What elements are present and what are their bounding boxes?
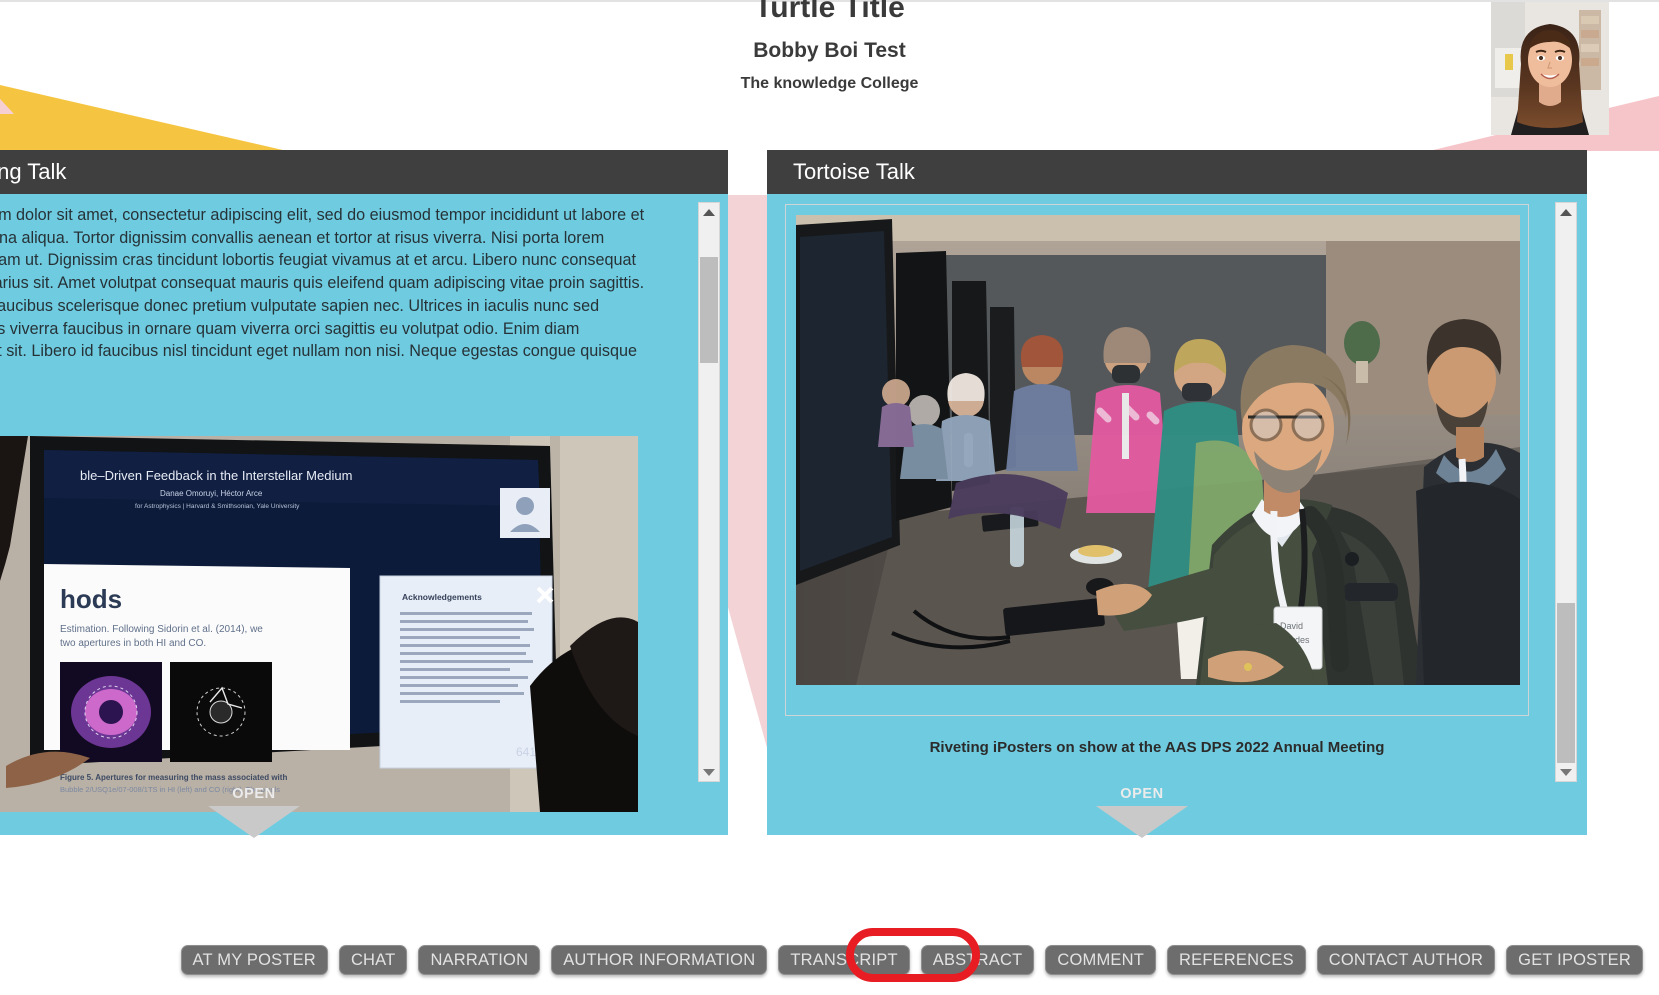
toolbar-button-transcript[interactable]: TRANSCRIPT: [778, 945, 910, 975]
poster-header: Turtle Title Bobby Boi Test The knowledg…: [0, 0, 1659, 150]
chevron-down-icon: [1096, 806, 1188, 838]
toolbar-button-contact-author[interactable]: CONTACT AUTHOR: [1316, 945, 1496, 975]
scroll-up-icon[interactable]: [1556, 203, 1576, 221]
poster-affiliation: The knowledge College: [740, 75, 919, 92]
panel-left-text: Lorem ipsum dolor sit amet, consectetur …: [0, 206, 645, 361]
poster-panel-left: Amazing Talk Lorem ipsum dolor sit amet,…: [0, 150, 728, 838]
title-block: Turtle Title Bobby Boi Test The knowledg…: [0, 0, 1659, 95]
toolbar-button-chat[interactable]: CHAT: [338, 945, 408, 975]
scroll-down-icon[interactable]: [699, 763, 719, 781]
svg-text:for Astrophysics | Harvard & S: for Astrophysics | Harvard & Smithsonian…: [135, 503, 300, 510]
panel-left-image[interactable]: ble–Driven Feedback in the Interstellar …: [0, 436, 638, 812]
svg-text:ble–Driven Feedback in the Int: ble–Driven Feedback in the Interstellar …: [80, 468, 352, 483]
conference-attendees-photo: David Gerdes Michigan: [796, 215, 1520, 685]
scroll-down-icon[interactable]: [1556, 763, 1576, 781]
toolbar-button-abstract[interactable]: ABSTRACT: [920, 945, 1035, 975]
toolbar-button-get-iposter[interactable]: GET IPOSTER: [1506, 945, 1643, 975]
poster-author: Bobby Boi Test: [753, 39, 906, 62]
scrollbar-thumb[interactable]: [1557, 603, 1575, 763]
svg-text:Estimation. Following Sidorin: Estimation. Following Sidorin et al. (20…: [60, 624, 263, 635]
open-label: OPEN: [232, 786, 276, 802]
researcher-viewing-iposter-photo: ble–Driven Feedback in the Interstellar …: [0, 436, 638, 812]
svg-text:Figure 5. Apertures for measur: Figure 5. Apertures for measuring the ma…: [60, 773, 287, 782]
panel-left-title: Amazing Talk: [0, 150, 728, 194]
open-label: OPEN: [1120, 786, 1164, 802]
open-button-right[interactable]: OPEN: [1082, 786, 1202, 838]
toolbar-button-references[interactable]: REFERENCES: [1167, 945, 1306, 975]
bottom-toolbar: AT MY POSTER CHAT NARRATION AUTHOR INFORMAT…: [0, 945, 1659, 975]
scrollbar-thumb[interactable]: [700, 257, 718, 363]
toolbar-button-narration[interactable]: NARRATION: [418, 945, 541, 975]
panel-left-body: Lorem ipsum dolor sit amet, consectetur …: [0, 194, 728, 838]
iposter-viewer-page: Turtle Title Bobby Boi Test The knowledg…: [0, 0, 1659, 995]
pink-triangle-decoration-center: [727, 195, 769, 755]
toolbar-button-author-information[interactable]: AUTHOR INFORMATION: [551, 945, 768, 975]
svg-text:Acknowledgements: Acknowledgements: [402, 592, 482, 602]
scroll-up-icon[interactable]: [699, 203, 719, 221]
avatar-image: [1491, 2, 1609, 135]
panel-right-scrollbar[interactable]: [1555, 202, 1577, 782]
toolbar-button-at-my-poster[interactable]: AT MY POSTER: [180, 945, 328, 975]
svg-text:hods: hods: [60, 584, 122, 614]
svg-text:641: 641: [516, 745, 536, 759]
avatar[interactable]: [1491, 2, 1609, 135]
panel-right-caption: Riveting iPosters on show at the AAS DPS…: [929, 739, 1385, 756]
panel-right-title: Tortoise Talk: [767, 150, 1587, 194]
svg-text:two apertures in both HI and C: two apertures in both HI and CO.: [60, 638, 206, 649]
svg-text:Danae Omoruyi, Héctor Arce: Danae Omoruyi, Héctor Arce: [160, 489, 263, 498]
toolbar-button-comment[interactable]: COMMENT: [1045, 945, 1156, 975]
panel-right-image[interactable]: David Gerdes Michigan: [796, 215, 1520, 685]
panel-right-content-frame: David Gerdes Michigan: [785, 204, 1529, 716]
panel-right-body: David Gerdes Michigan: [767, 194, 1587, 838]
open-button-left[interactable]: OPEN: [194, 786, 314, 838]
page-title: Turtle Title: [754, 0, 905, 24]
poster-panel-right: Tortoise Talk David Riveting iPosters on…: [767, 150, 1587, 838]
chevron-down-icon: [208, 806, 300, 838]
panel-left-scrollbar[interactable]: [698, 202, 720, 782]
